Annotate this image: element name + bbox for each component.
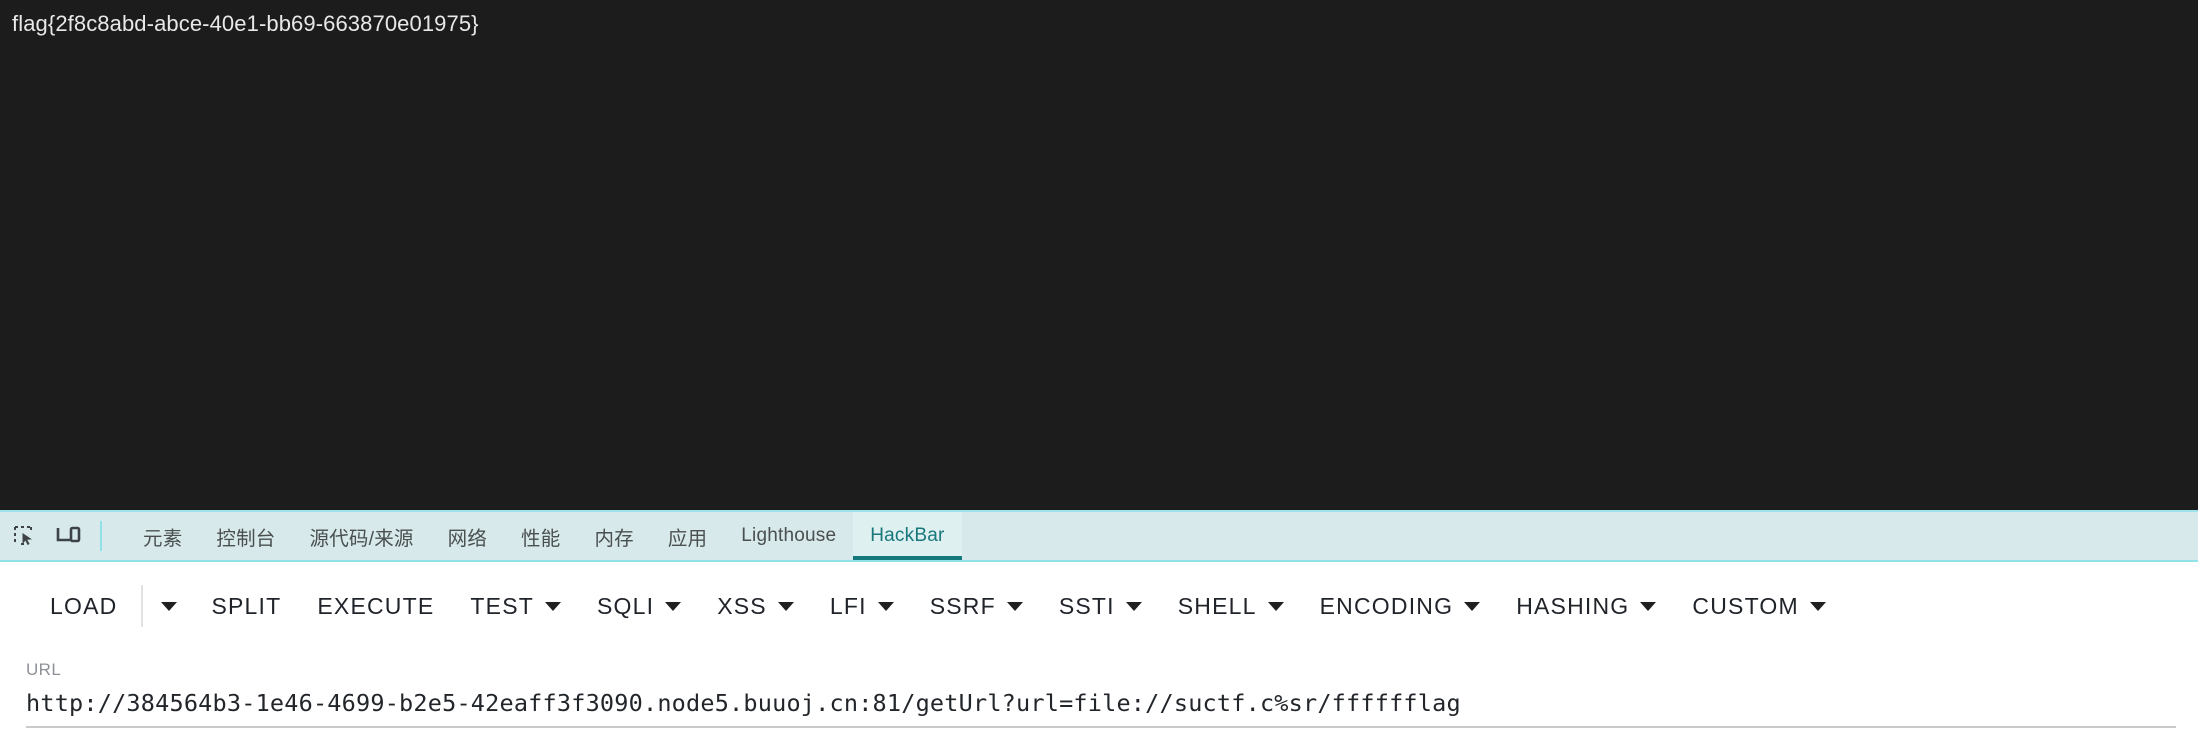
encoding-menu-button[interactable]: ENCODING (1302, 587, 1499, 626)
shell-menu-label: SHELL (1177, 592, 1257, 619)
ssti-menu-label: SSTI (1058, 592, 1115, 619)
ssti-menu-button[interactable]: SSTI (1041, 587, 1160, 626)
devtools-tabbar: 元素 控制台 源代码/来源 网络 性能 内存 应用 Lighthouse Hac… (0, 510, 2198, 562)
hashing-menu-button[interactable]: HASHING (1498, 587, 1674, 626)
chevron-down-icon (161, 601, 178, 611)
chevron-down-icon (1640, 601, 1657, 611)
ssrf-menu-button[interactable]: SSRF (912, 587, 1041, 626)
device-toolbar-icon[interactable] (54, 521, 84, 551)
tab-hackbar[interactable]: HackBar (853, 512, 962, 560)
chevron-down-icon (1267, 601, 1284, 611)
tab-network[interactable]: 网络 (431, 512, 504, 560)
toolbar-divider (100, 521, 102, 551)
chevron-down-icon (777, 601, 794, 611)
devtools-tab-list: 元素 控制台 源代码/来源 网络 性能 内存 应用 Lighthouse Hac… (112, 512, 962, 560)
browser-page-viewport: flag{2f8c8abd-abce-40e1-bb69-663870e0197… (0, 0, 2198, 510)
ssrf-menu-label: SSRF (929, 592, 996, 619)
hashing-menu-label: HASHING (1516, 592, 1630, 619)
tab-sources[interactable]: 源代码/来源 (293, 512, 431, 560)
chevron-down-icon (665, 601, 682, 611)
chevron-down-icon (877, 601, 894, 611)
url-field-label: URL (26, 660, 62, 679)
chevron-down-icon (1006, 601, 1023, 611)
test-menu-button[interactable]: TEST (452, 587, 579, 626)
hackbar-toolbar: LOAD SPLIT EXECUTE TEST SQLI XSS LFI SSR… (0, 562, 2198, 650)
url-input-wrapper (26, 689, 2176, 728)
chevron-down-icon (1125, 601, 1142, 611)
test-menu-label: TEST (470, 592, 534, 619)
inspect-element-icon[interactable] (10, 521, 40, 551)
lfi-menu-label: LFI (829, 592, 867, 619)
url-input[interactable] (26, 689, 2176, 717)
lfi-menu-button[interactable]: LFI (812, 587, 912, 626)
split-button[interactable]: SPLIT (193, 587, 299, 626)
shell-menu-button[interactable]: SHELL (1160, 587, 1302, 626)
execute-button[interactable]: EXECUTE (299, 587, 452, 626)
tab-elements[interactable]: 元素 (126, 512, 199, 560)
custom-menu-label: CUSTOM (1692, 592, 1799, 619)
chevron-down-icon (545, 601, 561, 611)
flag-output-text: flag{2f8c8abd-abce-40e1-bb69-663870e0197… (12, 11, 479, 36)
custom-menu-button[interactable]: CUSTOM (1674, 587, 1843, 626)
execute-button-label: EXECUTE (317, 592, 435, 619)
load-button[interactable]: LOAD (32, 587, 135, 626)
sqli-menu-label: SQLI (597, 592, 655, 619)
xss-menu-label: XSS (717, 592, 767, 619)
tab-performance[interactable]: 性能 (504, 512, 577, 560)
xss-menu-button[interactable]: XSS (699, 587, 812, 626)
load-button-group: LOAD (32, 585, 193, 627)
url-section: URL (0, 655, 2198, 748)
tab-application[interactable]: 应用 (651, 512, 724, 560)
split-button-label: SPLIT (211, 592, 282, 619)
encoding-menu-label: ENCODING (1319, 592, 1454, 619)
chevron-down-icon (1809, 601, 1826, 611)
tab-lighthouse[interactable]: Lighthouse (724, 512, 853, 560)
chevron-down-icon (1464, 601, 1481, 611)
sqli-menu-button[interactable]: SQLI (579, 587, 699, 626)
tab-console[interactable]: 控制台 (199, 512, 292, 560)
tab-memory[interactable]: 内存 (577, 512, 650, 560)
devtools-tool-icons (0, 512, 112, 560)
load-dropdown-toggle[interactable] (141, 585, 193, 627)
